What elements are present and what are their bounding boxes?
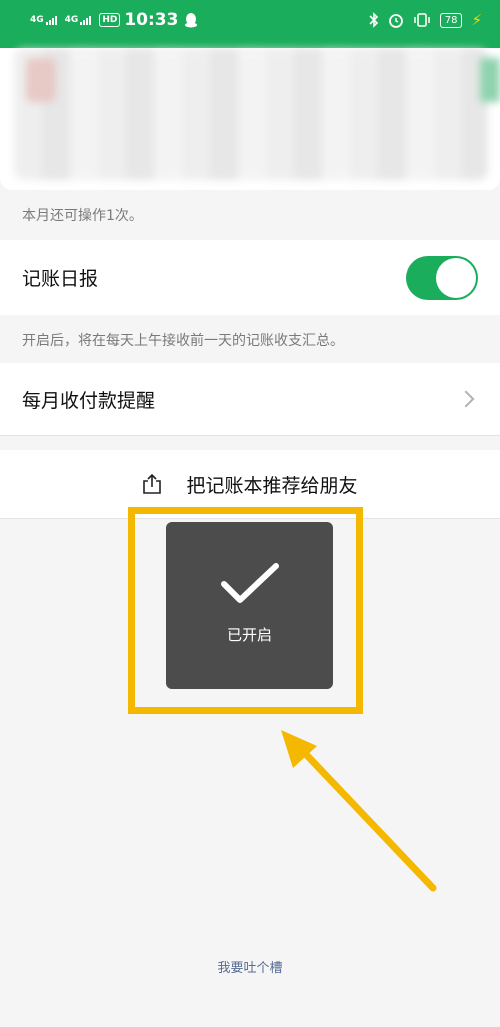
feedback-link[interactable]: 我要吐个槽 xyxy=(0,957,500,976)
annotation-arrow xyxy=(281,730,437,892)
arrow-shaft xyxy=(296,744,437,892)
